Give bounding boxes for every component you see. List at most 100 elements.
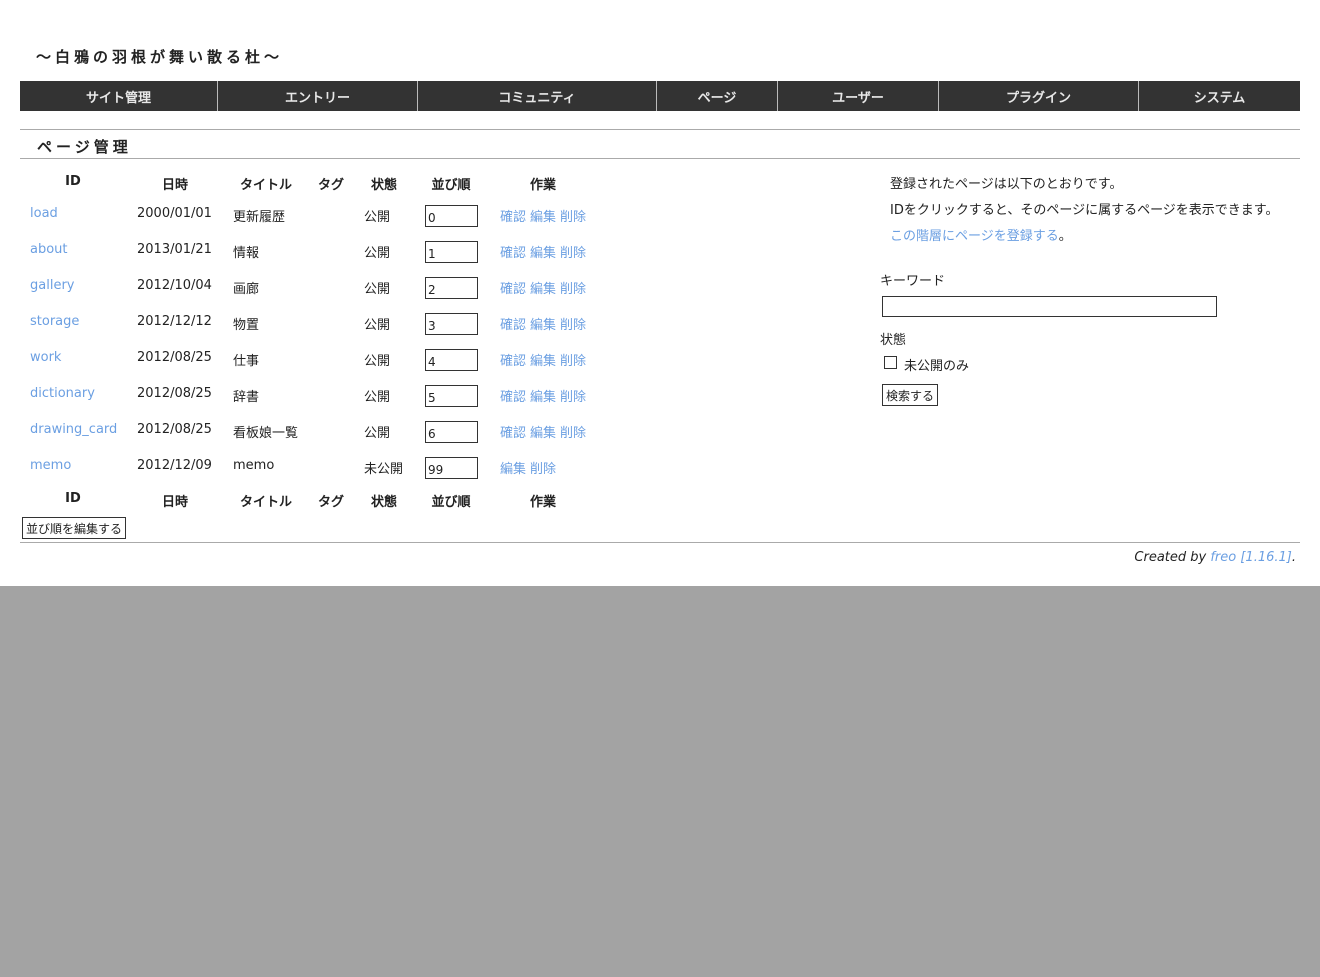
save-order-button[interactable]: 並び順を編集する (22, 517, 127, 539)
view-link[interactable]: 確認 (500, 242, 526, 261)
order-input[interactable] (425, 277, 478, 299)
view-link[interactable]: 確認 (500, 278, 526, 297)
keyword-input[interactable] (882, 296, 1217, 317)
footer-prefix: Created by (1134, 550, 1211, 565)
delete-link[interactable]: 削除 (560, 242, 586, 261)
freo-link[interactable]: freo [1.16.1] (1210, 550, 1292, 565)
page-date: 2012/10/04 (137, 278, 212, 293)
page-date: 2013/01/21 (137, 242, 212, 257)
column-header-id: ID (65, 491, 81, 506)
delete-link[interactable]: 削除 (560, 206, 586, 225)
order-input[interactable] (425, 205, 478, 227)
column-header-date: 日時 (161, 495, 189, 510)
page-id-link[interactable]: memo (30, 458, 71, 473)
delete-link[interactable]: 削除 (560, 422, 586, 441)
page-title-cell: 辞書 (233, 390, 260, 405)
search-button[interactable]: 検索する (882, 384, 939, 406)
page-date: 2012/12/12 (137, 314, 212, 329)
view-link[interactable]: 確認 (500, 206, 526, 225)
page-title-cell: 情報 (233, 246, 260, 261)
delete-link[interactable]: 削除 (530, 458, 556, 477)
page-body: ～白鴉の羽根が舞い散る杜～ サイト管理 エントリー コミュニティ ページ ユーザ… (0, 0, 1320, 586)
footer-suffix: . (1291, 550, 1296, 565)
page-date: 2000/01/01 (137, 206, 212, 221)
info-text: IDをクリックすると、そのページに属するページを表示できます。 (890, 203, 1279, 218)
edit-link[interactable]: 編集 (530, 350, 556, 369)
info-text: 登録されたページは以下のとおりです。 (890, 177, 1123, 192)
delete-link[interactable]: 削除 (560, 278, 586, 297)
page-date: 2012/08/25 (137, 350, 212, 365)
delete-link[interactable]: 削除 (560, 314, 586, 333)
order-input[interactable] (425, 385, 478, 407)
column-header-date: 日時 (161, 178, 189, 193)
page-id-link[interactable]: about (30, 242, 68, 257)
page-title-cell: 物置 (233, 318, 260, 333)
page-status: 公開 (364, 426, 391, 441)
page-id-link[interactable]: work (30, 350, 61, 365)
page-date: 2012/08/25 (137, 422, 212, 437)
nav-item-community[interactable]: コミュニティ (418, 81, 657, 111)
edit-link[interactable]: 編集 (530, 278, 556, 297)
page-title-cell: 仕事 (233, 354, 260, 369)
divider (20, 542, 1300, 543)
status-label: 状態 (880, 333, 907, 348)
page-status: 公開 (364, 282, 391, 297)
page-title-cell: 更新履歴 (233, 210, 286, 225)
nav-item-page[interactable]: ページ (657, 81, 778, 111)
page-date: 2012/12/09 (137, 458, 212, 473)
view-link[interactable]: 確認 (500, 314, 526, 333)
page-title-cell: 看板娘一覧 (233, 426, 299, 441)
page-status: 未公開 (364, 462, 404, 477)
main-nav: サイト管理 エントリー コミュニティ ページ ユーザー プラグイン システム (20, 81, 1300, 111)
column-header-action: 作業 (529, 495, 557, 510)
register-page-link[interactable]: この階層にページを登録する (890, 229, 1059, 244)
edit-link[interactable]: 編集 (530, 422, 556, 441)
column-header-status: 状態 (370, 178, 398, 193)
view-link[interactable]: 確認 (500, 350, 526, 369)
nav-item-system[interactable]: システム (1139, 81, 1300, 111)
register-suffix: 。 (1058, 229, 1072, 244)
edit-link[interactable]: 編集 (530, 314, 556, 333)
column-header-tag: タグ (317, 178, 345, 193)
nav-item-site-admin[interactable]: サイト管理 (20, 81, 218, 111)
column-header-tag: タグ (317, 495, 345, 510)
column-header-order: 並び順 (431, 178, 471, 193)
page-id-link[interactable]: load (30, 206, 58, 221)
nav-item-user[interactable]: ユーザー (778, 81, 939, 111)
footer-credit: Created by freo [1.16.1]. (1134, 550, 1296, 565)
divider (20, 158, 1300, 159)
page-date: 2012/08/25 (137, 386, 212, 401)
column-header-status: 状態 (370, 495, 398, 510)
order-input[interactable] (425, 313, 478, 335)
edit-link[interactable]: 編集 (500, 458, 526, 477)
page-status: 公開 (364, 354, 391, 369)
page-id-link[interactable]: storage (30, 314, 79, 329)
page-title-cell: memo (233, 458, 275, 473)
order-input[interactable] (425, 457, 478, 479)
nav-item-plugin[interactable]: プラグイン (939, 81, 1139, 111)
edit-link[interactable]: 編集 (530, 206, 556, 225)
nav-item-entry[interactable]: エントリー (218, 81, 418, 111)
page-id-link[interactable]: dictionary (30, 386, 95, 401)
page-status: 公開 (364, 246, 391, 261)
edit-link[interactable]: 編集 (530, 386, 556, 405)
column-header-title: タイトル (239, 178, 293, 193)
page-id-link[interactable]: drawing_card (30, 422, 117, 437)
keyword-label: キーワード (880, 274, 946, 289)
page-status: 公開 (364, 390, 391, 405)
column-header-action: 作業 (529, 178, 557, 193)
page-title: ページ管理 (37, 138, 132, 156)
order-input[interactable] (425, 349, 478, 371)
delete-link[interactable]: 削除 (560, 386, 586, 405)
view-link[interactable]: 確認 (500, 386, 526, 405)
order-input[interactable] (425, 241, 478, 263)
column-header-id: ID (65, 174, 81, 189)
page-id-link[interactable]: gallery (30, 278, 74, 293)
edit-link[interactable]: 編集 (530, 242, 556, 261)
site-title: ～白鴉の羽根が舞い散る杜～ (36, 48, 284, 66)
unpublished-only-label: 未公開のみ (904, 359, 970, 374)
order-input[interactable] (425, 421, 478, 443)
delete-link[interactable]: 削除 (560, 350, 586, 369)
unpublished-only-checkbox[interactable] (884, 356, 897, 369)
view-link[interactable]: 確認 (500, 422, 526, 441)
